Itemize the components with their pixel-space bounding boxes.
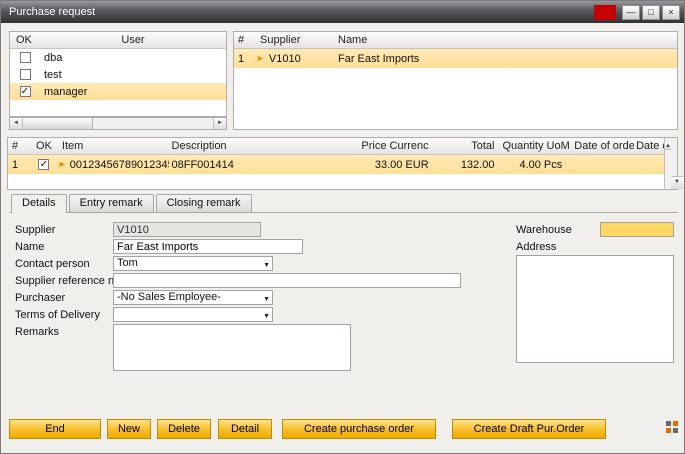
minimize-button[interactable]: — bbox=[622, 5, 640, 20]
tab-details[interactable]: Details bbox=[11, 194, 67, 213]
user-checkbox[interactable]: ✓ bbox=[20, 86, 31, 97]
suppliers-header-supplier: Supplier bbox=[256, 34, 336, 46]
supplier-reference-field[interactable] bbox=[113, 273, 461, 288]
scroll-right-icon[interactable]: ► bbox=[213, 118, 226, 129]
items-header-num: # bbox=[8, 140, 30, 152]
maximize-icon: □ bbox=[648, 7, 653, 17]
items-header-total: Total bbox=[437, 140, 499, 152]
delete-button[interactable]: Delete bbox=[157, 419, 211, 439]
red-indicator bbox=[594, 5, 616, 20]
table-row[interactable]: 1 ✓ ► 001234567890123456 08FF001414 33.0… bbox=[8, 155, 664, 174]
user-checkbox[interactable] bbox=[20, 69, 31, 80]
maximize-button[interactable]: □ bbox=[642, 5, 660, 20]
item-price: 33.00 EUR bbox=[337, 159, 437, 171]
link-arrow-icon[interactable]: ► bbox=[256, 53, 265, 64]
user-name: dba bbox=[40, 52, 226, 64]
chevron-down-icon: ▼ bbox=[263, 259, 270, 272]
remarks-label: Remarks bbox=[15, 325, 59, 340]
users-header-user: User bbox=[40, 34, 226, 46]
users-header-ok: OK bbox=[10, 34, 40, 46]
warehouse-label: Warehouse bbox=[516, 223, 572, 238]
title-bar: Purchase request — □ × bbox=[1, 1, 684, 23]
suppliers-header-num: # bbox=[234, 34, 256, 46]
scroll-down-icon[interactable]: ▼ bbox=[671, 176, 683, 189]
item-quantity: 4.00 Pcs bbox=[498, 159, 570, 171]
tab-entry-remark[interactable]: Entry remark bbox=[69, 194, 154, 212]
supplier-reference-label: Supplier reference nu bbox=[15, 274, 120, 289]
table-row[interactable]: 1 ► V1010 Far East Imports bbox=[234, 49, 677, 68]
scroll-left-icon[interactable]: ◄ bbox=[10, 118, 23, 129]
create-draft-pur-order-button[interactable]: Create Draft Pur.Order bbox=[452, 419, 606, 439]
row-number: 1 bbox=[8, 159, 30, 171]
supplier-name: Far East Imports bbox=[336, 53, 677, 65]
items-header-quantity: Quantity UoM bbox=[498, 140, 570, 152]
suppliers-table: # Supplier Name 1 ► V1010 Far East Impor… bbox=[233, 31, 678, 130]
suppliers-header-name: Name bbox=[336, 34, 677, 46]
suppliers-table-header: # Supplier Name bbox=[234, 32, 677, 49]
window-title: Purchase request bbox=[9, 6, 594, 18]
table-row[interactable]: ✓ manager bbox=[10, 83, 226, 100]
users-table-header: OK User bbox=[10, 32, 226, 49]
tab-bar: Details Entry remark Closing remark bbox=[11, 194, 254, 213]
close-button[interactable]: × bbox=[662, 5, 680, 20]
contact-person-value: Tom bbox=[117, 257, 138, 269]
warehouse-field[interactable] bbox=[600, 222, 674, 237]
contact-person-label: Contact person bbox=[15, 257, 90, 272]
row-number: 1 bbox=[234, 53, 256, 65]
detail-button[interactable]: Detail bbox=[218, 419, 272, 439]
contact-person-select[interactable]: Tom ▼ bbox=[113, 256, 273, 271]
scroll-up-icon[interactable]: ▲ bbox=[665, 143, 671, 150]
purchase-request-window: Purchase request — □ × OK User dba test … bbox=[0, 0, 685, 454]
items-header-date-of-order: Date of order bbox=[570, 140, 634, 152]
users-horizontal-scrollbar[interactable]: ◄ ► bbox=[9, 117, 227, 130]
end-button[interactable]: End bbox=[9, 419, 101, 439]
items-header-date-c: Date c bbox=[634, 140, 664, 152]
terms-of-delivery-label: Terms of Delivery bbox=[15, 308, 100, 323]
chevron-down-icon: ▼ bbox=[263, 293, 270, 306]
supplier-label: Supplier bbox=[15, 223, 55, 238]
user-name: manager bbox=[40, 86, 226, 98]
user-checkbox[interactable] bbox=[20, 52, 31, 63]
address-box[interactable] bbox=[516, 255, 674, 363]
chevron-down-icon: ▼ bbox=[263, 310, 270, 323]
items-table-header: # OK Item Description Price Currenc Tota… bbox=[8, 138, 677, 155]
purchaser-value: -No Sales Employee- bbox=[117, 291, 221, 303]
item-description: 08FF001414 bbox=[169, 159, 336, 171]
item-total: 132.00 bbox=[437, 159, 499, 171]
scrollbar-thumb[interactable] bbox=[23, 118, 93, 129]
table-row[interactable]: dba bbox=[10, 49, 226, 66]
items-table: # OK Item Description Price Currenc Tota… bbox=[7, 137, 678, 190]
new-button[interactable]: New bbox=[107, 419, 151, 439]
name-field[interactable] bbox=[113, 239, 303, 254]
terms-of-delivery-select[interactable]: ▼ bbox=[113, 307, 273, 322]
items-header-item: Item bbox=[58, 140, 170, 152]
resize-grip-icon[interactable] bbox=[666, 421, 678, 433]
remarks-field[interactable] bbox=[113, 324, 351, 371]
purchaser-label: Purchaser bbox=[15, 291, 65, 306]
close-icon: × bbox=[668, 7, 673, 17]
user-name: test bbox=[40, 69, 226, 81]
tab-closing-remark[interactable]: Closing remark bbox=[156, 194, 252, 212]
minimize-icon: — bbox=[627, 7, 636, 17]
table-row[interactable]: test bbox=[10, 66, 226, 83]
link-arrow-icon[interactable]: ► bbox=[58, 159, 67, 170]
name-label: Name bbox=[15, 240, 44, 255]
supplier-field bbox=[113, 222, 261, 237]
users-table: OK User dba test ✓ manager bbox=[9, 31, 227, 117]
items-header-price: Price Currenc bbox=[337, 140, 437, 152]
create-purchase-order-button[interactable]: Create purchase order bbox=[282, 419, 436, 439]
supplier-code: V1010 bbox=[269, 53, 301, 65]
item-ok-checkbox[interactable]: ✓ bbox=[38, 159, 49, 170]
items-vertical-scrollbar[interactable]: ▲ ▼ bbox=[664, 138, 677, 189]
address-label: Address bbox=[516, 240, 556, 255]
item-code: 001234567890123456 bbox=[70, 159, 170, 171]
items-header-description: Description bbox=[170, 140, 337, 152]
items-header-ok: OK bbox=[30, 140, 58, 152]
purchaser-select[interactable]: -No Sales Employee- ▼ bbox=[113, 290, 273, 305]
